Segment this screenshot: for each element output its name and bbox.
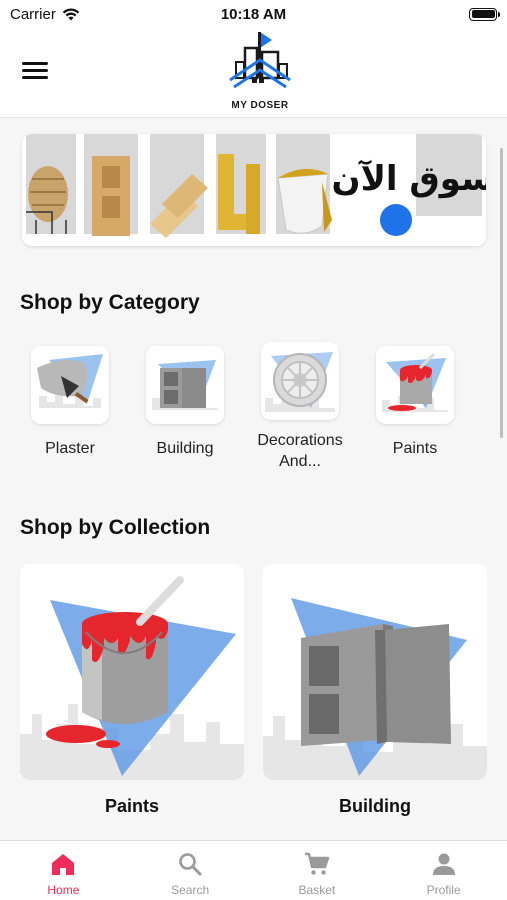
category-plaster[interactable]: Plaster (20, 346, 120, 459)
category-label: Decorations And... (257, 432, 343, 470)
tab-search[interactable]: Search (127, 841, 254, 900)
app-logo: MY DOSER (224, 30, 296, 114)
app-header: MY DOSER (0, 28, 507, 118)
wifi-icon (62, 8, 80, 20)
bottom-tab-bar: Home Search Basket Profile (0, 840, 507, 900)
logo-buildings-icon (229, 32, 291, 89)
promo-banner-image: تسوق الآن (22, 134, 486, 246)
banner-arabic-text: تسوق الآن (332, 159, 486, 199)
status-left: Carrier (10, 6, 80, 23)
plaster-trowel-icon (31, 346, 109, 424)
ceiling-medallion-icon (261, 342, 339, 420)
home-content[interactable]: تسوق الآن Shop by Category Plaster (0, 118, 507, 840)
tab-label: Search (171, 883, 210, 897)
promo-banner[interactable]: تسوق الآن (22, 134, 486, 246)
profile-icon (432, 853, 455, 875)
concrete-block-icon (146, 346, 224, 424)
tab-basket[interactable]: Basket (254, 841, 381, 900)
collection-label: Building (339, 796, 411, 816)
category-label: Paints (392, 440, 438, 457)
tab-home[interactable]: Home (0, 841, 127, 900)
collection-section-title: Shop by Collection (20, 516, 211, 539)
paints-collection-image (20, 564, 244, 780)
collection-building[interactable]: Building (263, 564, 487, 817)
tab-label: Profile (426, 883, 461, 897)
tab-profile[interactable]: Profile (380, 841, 507, 900)
category-paints[interactable]: Paints (365, 346, 465, 459)
category-label: Building (156, 440, 214, 457)
collection-label: Paints (104, 796, 160, 816)
search-icon (179, 853, 202, 876)
tab-label: Home (47, 883, 80, 897)
category-label: Plaster (45, 440, 95, 457)
category-section-title: Shop by Category (20, 291, 200, 314)
tab-label: Basket (298, 883, 336, 897)
collection-paints[interactable]: Paints (20, 564, 244, 817)
basket-icon (304, 852, 330, 875)
category-building[interactable]: Building (135, 346, 235, 459)
category-decorations[interactable]: Decorations And... (250, 342, 350, 472)
paint-bucket-icon (376, 346, 454, 424)
hamburger-menu-icon[interactable] (22, 62, 48, 82)
scroll-indicator[interactable] (500, 148, 503, 438)
status-bar: Carrier 10:18 AM (0, 0, 507, 28)
building-collection-image (263, 564, 487, 780)
logo-text: MY DOSER (231, 100, 289, 111)
carrier-label: Carrier (10, 5, 56, 23)
battery-icon (469, 7, 500, 21)
home-icon (52, 854, 75, 875)
